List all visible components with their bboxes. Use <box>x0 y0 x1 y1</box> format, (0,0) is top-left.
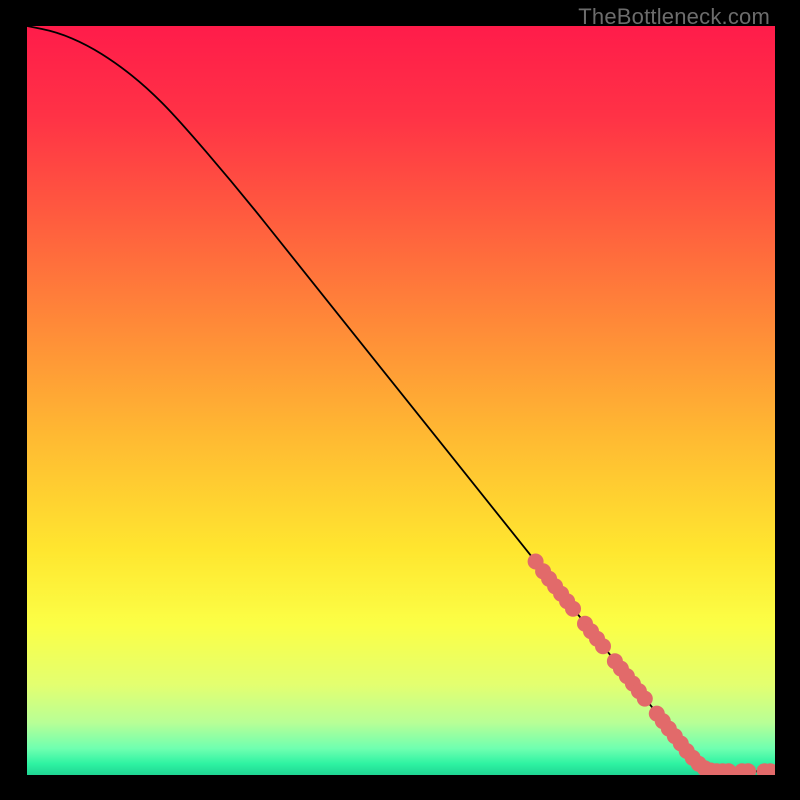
data-markers <box>528 554 775 776</box>
chart-frame <box>27 26 775 775</box>
data-marker <box>595 638 611 654</box>
data-curve <box>27 26 775 771</box>
data-marker <box>637 691 653 707</box>
chart-plot <box>27 26 775 775</box>
data-marker <box>565 601 581 617</box>
